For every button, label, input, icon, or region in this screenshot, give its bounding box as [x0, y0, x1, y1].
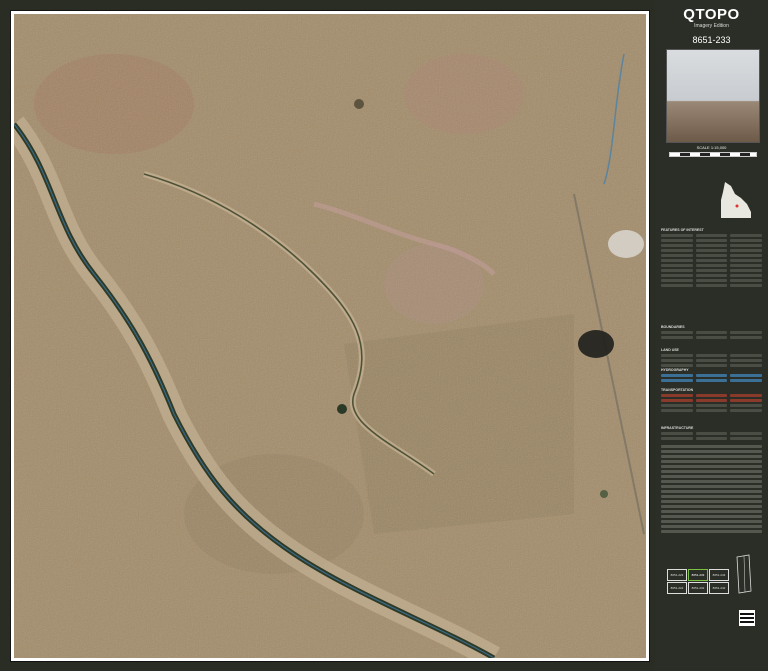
queensland-map-icon	[721, 182, 751, 218]
legend-transportation: TRANSPORTATION	[661, 388, 762, 412]
legend-heading: BOUNDARIES	[661, 325, 685, 329]
legend-boundaries: BOUNDARIES	[661, 325, 762, 339]
edition-label: Imagery Edition	[694, 23, 729, 29]
legend-heading: INFRASTRUCTURE	[661, 426, 694, 430]
grid-cell: 8651-243	[709, 569, 729, 581]
grid-cell: 8651-242	[709, 582, 729, 594]
grid-cell: 8651-222	[667, 582, 687, 594]
scale-label: SCALE 1:15,000	[696, 145, 727, 150]
grid-cell-current: 8651-233	[688, 569, 708, 581]
qr-code-icon[interactable]	[739, 610, 755, 626]
legend-land-use: LAND USE	[661, 348, 762, 367]
legend-features: FEATURES OF INTEREST	[661, 228, 762, 287]
cover-photo	[666, 49, 760, 143]
brand-title: QTOPO	[683, 6, 740, 23]
legend-heading: HYDROGRAPHY	[661, 368, 689, 372]
map-sheet: QTOPO Imagery Edition 8651-233 SCALE 1:1…	[0, 0, 768, 671]
compass-icon	[736, 554, 752, 594]
imagery-map-frame[interactable]	[10, 10, 650, 662]
legend-heading: TRANSPORTATION	[661, 388, 694, 392]
scale-bar	[669, 152, 757, 157]
legend-heading: FEATURES OF INTEREST	[661, 228, 704, 232]
legend-hydrography: HYDROGRAPHY	[661, 368, 762, 382]
legend-heading: LAND USE	[661, 348, 679, 352]
satellite-imagery[interactable]	[14, 14, 646, 658]
sheet-number: 8651-233	[692, 35, 731, 45]
grid-cell: 8651-223	[667, 569, 687, 581]
legend-infrastructure: INFRASTRUCTURE	[661, 426, 762, 440]
grid-cell: 8651-232	[688, 582, 708, 594]
adjoining-sheets-diagram: 8651-223 8651-233 8651-243 8651-222 8651…	[667, 545, 755, 599]
legend-panel: QTOPO Imagery Edition 8651-233 SCALE 1:1…	[655, 0, 768, 671]
disclaimer-text	[661, 445, 762, 535]
